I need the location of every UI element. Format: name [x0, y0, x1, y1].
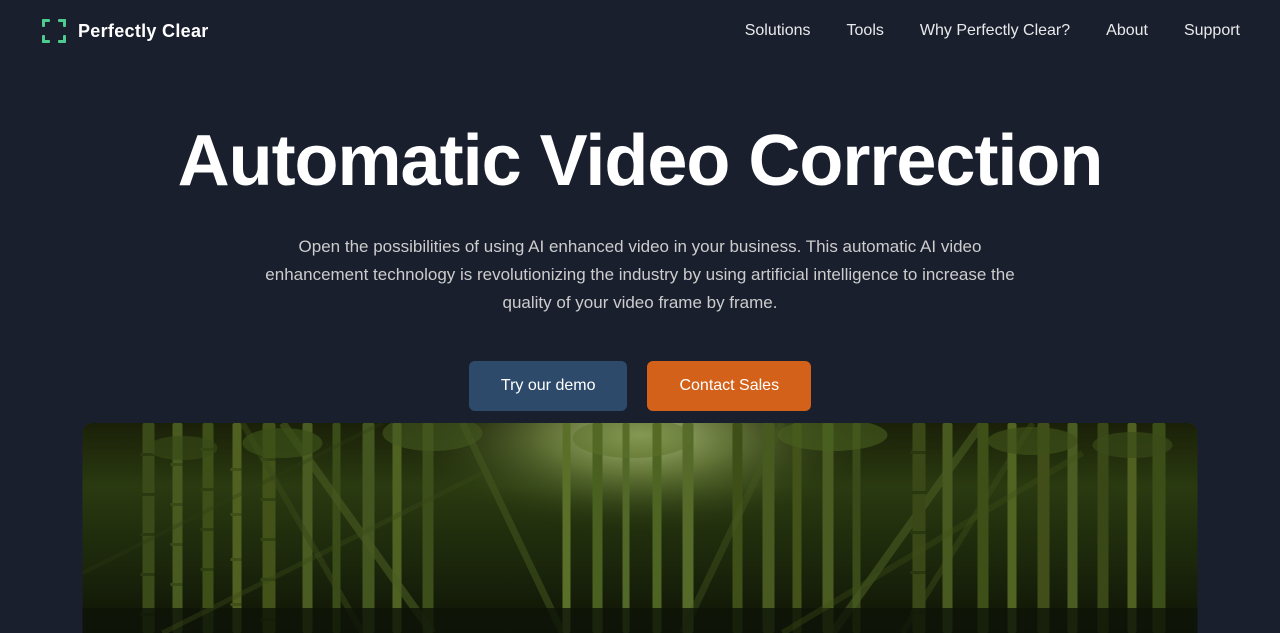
hero-section: Automatic Video Correction Open the poss…	[0, 62, 1280, 451]
hero-title: Automatic Video Correction	[178, 122, 1103, 201]
bamboo-forest-image	[83, 423, 1198, 633]
try-demo-button[interactable]: Try our demo	[469, 361, 628, 411]
hero-subtitle: Open the possibilities of using AI enhan…	[250, 233, 1030, 317]
nav-support[interactable]: Support	[1184, 22, 1240, 40]
video-background	[83, 423, 1198, 633]
logo-text: Perfectly Clear	[78, 21, 209, 42]
logo-icon	[40, 17, 68, 45]
navbar: Perfectly Clear Solutions Tools Why Perf…	[0, 0, 1280, 62]
video-preview	[83, 423, 1198, 633]
nav-why[interactable]: Why Perfectly Clear?	[920, 22, 1070, 40]
nav-about[interactable]: About	[1106, 22, 1148, 40]
nav-links: Solutions Tools Why Perfectly Clear? Abo…	[745, 22, 1240, 40]
hero-buttons: Try our demo Contact Sales	[469, 361, 811, 411]
nav-tools[interactable]: Tools	[847, 22, 884, 40]
logo[interactable]: Perfectly Clear	[40, 17, 209, 45]
nav-solutions[interactable]: Solutions	[745, 22, 811, 40]
contact-sales-button[interactable]: Contact Sales	[647, 361, 811, 411]
